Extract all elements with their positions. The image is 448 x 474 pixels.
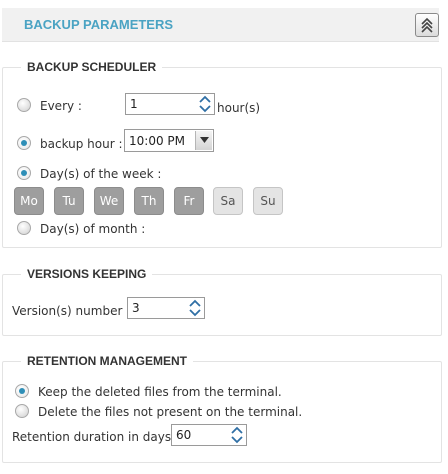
backup-hour-select[interactable]: 10:00 PM xyxy=(124,129,214,152)
backup-scheduler-title: BACKUP SCHEDULER xyxy=(27,60,157,74)
every-unit-label: hour(s) xyxy=(217,101,261,115)
every-label: Every : xyxy=(40,99,82,113)
every-radio[interactable] xyxy=(17,98,31,112)
collapse-button[interactable] xyxy=(415,13,439,37)
every-hours-stepper[interactable] xyxy=(125,93,215,115)
day-toggle-th[interactable]: Th xyxy=(134,187,164,215)
versions-keeping-title: VERSIONS KEEPING xyxy=(27,267,147,281)
stepper-arrows-icon[interactable] xyxy=(198,95,212,113)
day-toggle-tu[interactable]: Tu xyxy=(54,187,84,215)
days-of-week-label: Day(s) of the week : xyxy=(40,167,162,181)
keep-deleted-files-radio[interactable] xyxy=(15,384,29,398)
backup-scheduler-panel: BACKUP SCHEDULER Every : hour(s) backup … xyxy=(2,60,442,248)
days-of-month-radio[interactable] xyxy=(17,221,31,235)
keep-deleted-files-label: Keep the deleted files from the terminal… xyxy=(38,385,282,399)
day-toggle-we[interactable]: We xyxy=(94,187,124,215)
retention-duration-label: Retention duration in days : xyxy=(12,430,179,444)
retention-management-title: RETENTION MANAGEMENT xyxy=(27,354,187,368)
stepper-arrows-icon[interactable] xyxy=(188,299,202,317)
every-hours-input[interactable] xyxy=(126,94,196,114)
versions-number-input[interactable] xyxy=(128,298,186,318)
versions-keeping-panel: VERSIONS KEEPING Version(s) number : xyxy=(2,267,442,336)
chevron-down-icon xyxy=(200,137,209,143)
retention-management-panel: RETENTION MANAGEMENT Keep the deleted fi… xyxy=(2,354,442,463)
delete-files-label: Delete the files not present on the term… xyxy=(38,405,303,419)
double-chevron-up-icon xyxy=(421,17,433,33)
backup-hour-radio[interactable] xyxy=(17,136,31,150)
versions-number-label: Version(s) number : xyxy=(12,304,131,318)
day-toggle-fr[interactable]: Fr xyxy=(174,187,204,215)
page-title: BACKUP PARAMETERS xyxy=(24,17,174,32)
backup-hour-value: 10:00 PM xyxy=(129,134,185,148)
days-of-week-selector: Mo Tu We Th Fr Sa Su xyxy=(14,187,294,217)
days-of-month-label: Day(s) of month : xyxy=(40,222,146,236)
day-toggle-su[interactable]: Su xyxy=(253,187,283,215)
day-toggle-sa[interactable]: Sa xyxy=(213,187,243,215)
retention-duration-stepper[interactable] xyxy=(171,424,247,446)
stepper-arrows-icon[interactable] xyxy=(230,426,244,444)
versions-number-stepper[interactable] xyxy=(127,297,205,319)
days-of-week-radio[interactable] xyxy=(17,166,31,180)
retention-duration-input[interactable] xyxy=(172,425,228,445)
delete-files-radio[interactable] xyxy=(15,404,29,418)
backup-hour-label: backup hour : xyxy=(40,137,123,151)
dropdown-button[interactable] xyxy=(195,131,212,150)
day-toggle-mo[interactable]: Mo xyxy=(14,187,44,215)
backup-parameters-header: BACKUP PARAMETERS xyxy=(2,8,439,42)
